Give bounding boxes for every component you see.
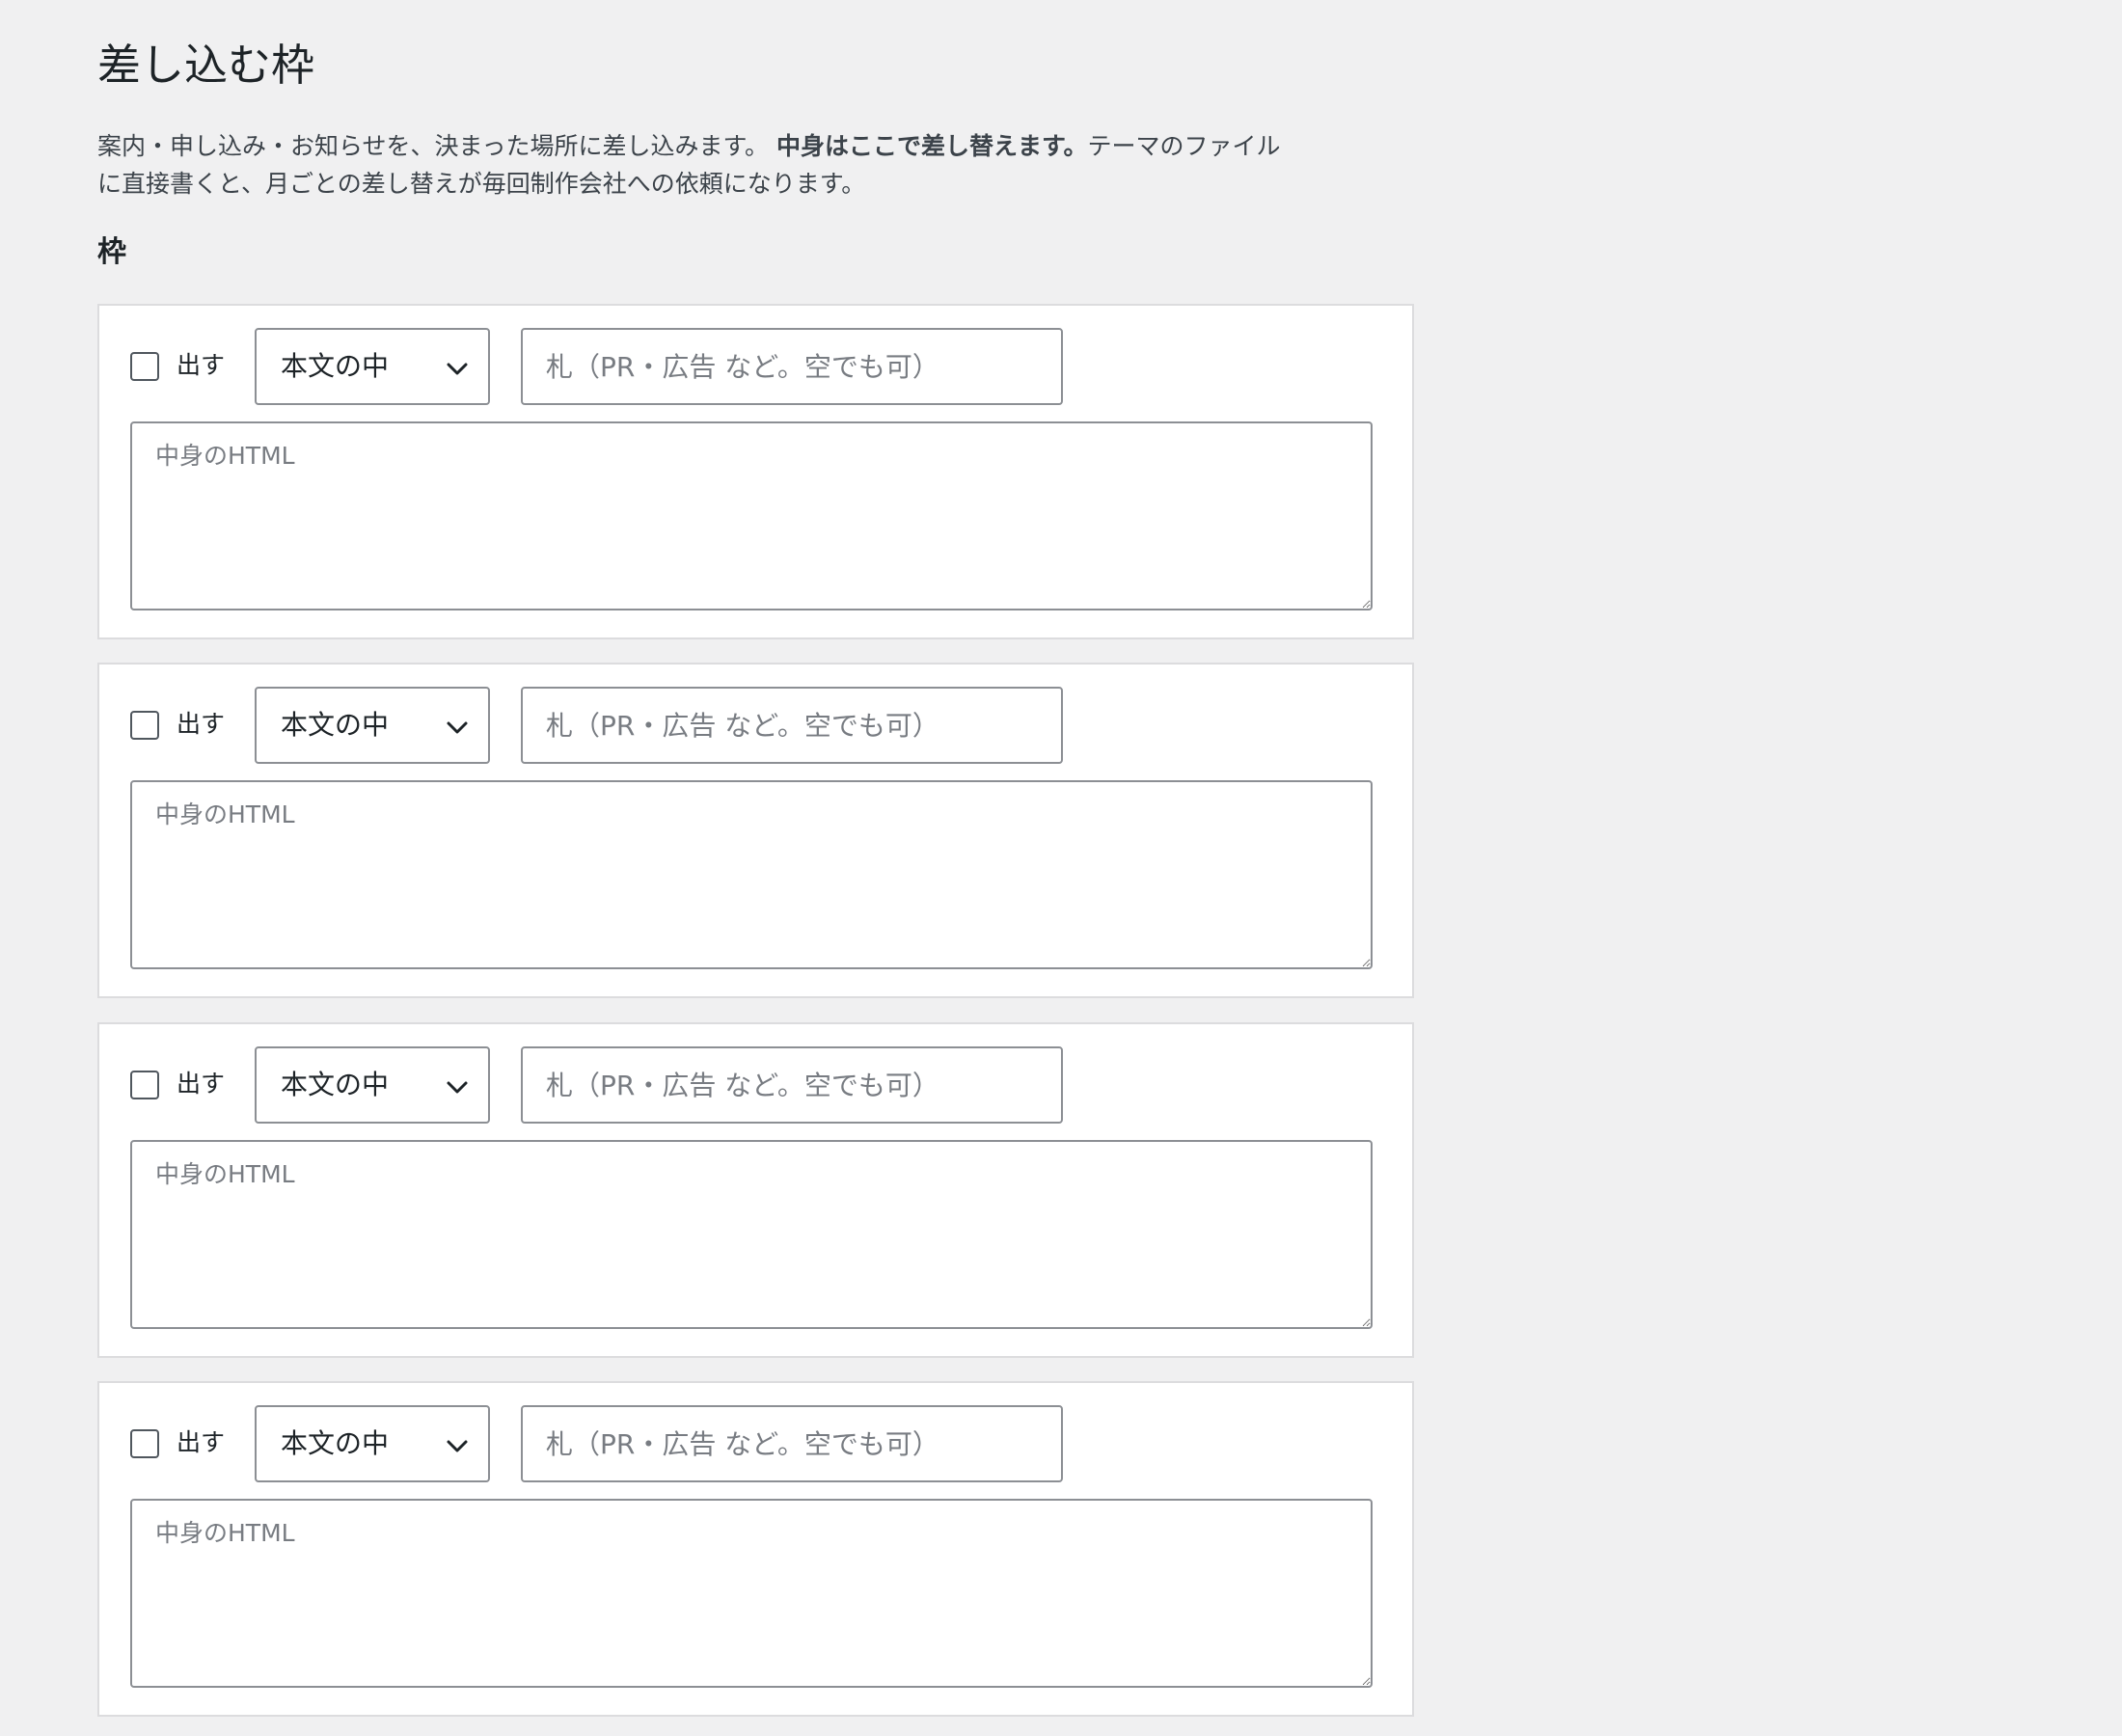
chevron-down-icon bbox=[447, 1081, 468, 1094]
page-description: 案内・申し込み・お知らせを、決まった場所に差し込みます。 中身はここで差し替えま… bbox=[97, 127, 1351, 203]
position-select-value: 本文の中 bbox=[281, 350, 390, 382]
section-title: 枠 bbox=[97, 235, 126, 269]
label-input[interactable] bbox=[521, 328, 1063, 405]
show-checkbox-label[interactable]: 出す bbox=[177, 346, 225, 385]
show-checkbox[interactable] bbox=[130, 1429, 159, 1458]
show-checkbox-label[interactable]: 出す bbox=[177, 1424, 225, 1462]
label-input[interactable] bbox=[521, 687, 1063, 764]
description-line-1: 案内・申し込み・お知らせを、決まった場所に差し込みます。 中身はここで差し替えま… bbox=[97, 127, 1351, 165]
html-content-textarea[interactable] bbox=[130, 1499, 1373, 1688]
description-text-2: テーマのファイル bbox=[1087, 132, 1281, 160]
html-content-textarea[interactable] bbox=[130, 421, 1373, 610]
position-select[interactable]: 本文の中 bbox=[255, 1046, 490, 1124]
show-checkbox[interactable] bbox=[130, 711, 159, 740]
show-checkbox[interactable] bbox=[130, 1071, 159, 1099]
position-select-value: 本文の中 bbox=[281, 1069, 390, 1100]
position-select[interactable]: 本文の中 bbox=[255, 328, 490, 405]
position-select-value: 本文の中 bbox=[281, 709, 390, 741]
label-input[interactable] bbox=[521, 1405, 1063, 1482]
page-title: 差し込む枠 bbox=[97, 40, 315, 91]
html-content-textarea[interactable] bbox=[130, 1140, 1373, 1329]
chevron-down-icon bbox=[447, 363, 468, 375]
slot-card: 出す 本文の中 bbox=[97, 1381, 1414, 1717]
label-input[interactable] bbox=[521, 1046, 1063, 1124]
position-select[interactable]: 本文の中 bbox=[255, 687, 490, 764]
slot-card: 出す 本文の中 bbox=[97, 663, 1414, 998]
slot-card: 出す 本文の中 bbox=[97, 304, 1414, 639]
description-text-1: 案内・申し込み・お知らせを、決まった場所に差し込みます。 bbox=[97, 132, 770, 160]
html-content-textarea[interactable] bbox=[130, 780, 1373, 969]
show-checkbox[interactable] bbox=[130, 352, 159, 381]
show-checkbox-label[interactable]: 出す bbox=[177, 705, 225, 744]
show-checkbox-label[interactable]: 出す bbox=[177, 1065, 225, 1103]
description-line-2: に直接書くと、月ごとの差し替えが毎回制作会社への依頼になります。 bbox=[97, 170, 866, 198]
description-emphasis: 中身はここで差し替えます。 bbox=[775, 132, 1088, 160]
position-select-value: 本文の中 bbox=[281, 1427, 390, 1459]
slot-card: 出す 本文の中 bbox=[97, 1022, 1414, 1358]
position-select[interactable]: 本文の中 bbox=[255, 1405, 490, 1482]
chevron-down-icon bbox=[447, 1440, 468, 1452]
chevron-down-icon bbox=[447, 721, 468, 734]
